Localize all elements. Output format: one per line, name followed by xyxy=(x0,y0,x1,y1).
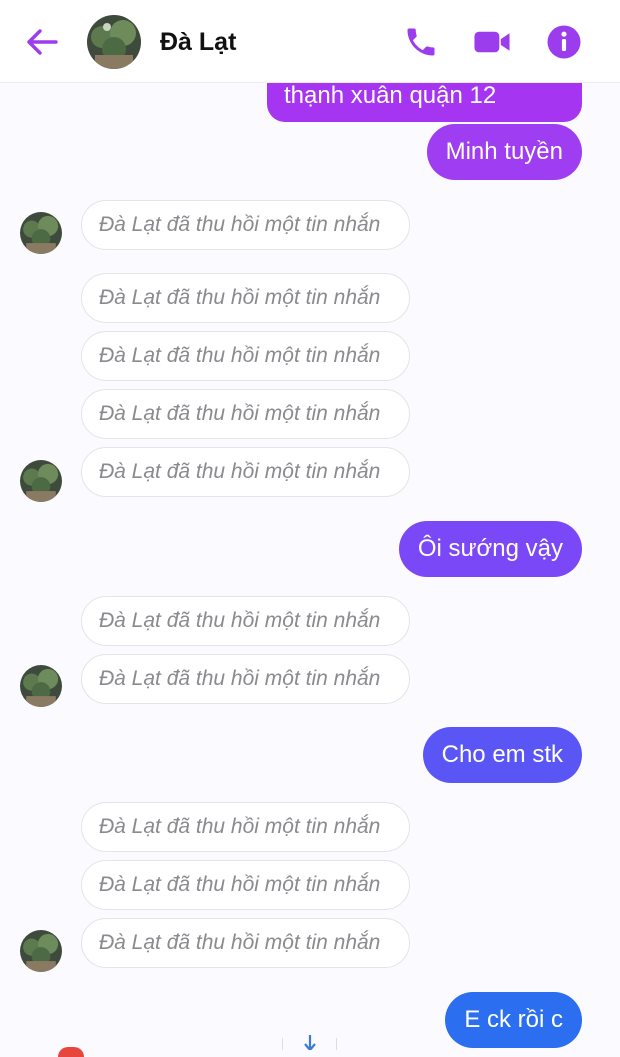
sent-message[interactable]: Ôi sướng vậy xyxy=(398,521,582,577)
call-button[interactable] xyxy=(403,24,439,60)
message-text: Cho em stk xyxy=(441,741,563,768)
recalled-message[interactable]: Đà Lạt đã thu hồi một tin nhắn xyxy=(81,200,410,250)
message-text: thạnh xuân quận 12 xyxy=(284,82,497,109)
divider xyxy=(282,1038,283,1050)
recalled-message[interactable]: Đà Lạt đã thu hồi một tin nhắn xyxy=(81,447,410,497)
recalled-message[interactable]: Đà Lạt đã thu hồi một tin nhắn xyxy=(81,918,410,968)
recalled-message[interactable]: Đà Lạt đã thu hồi một tin nhắn xyxy=(81,273,410,323)
phone-icon xyxy=(407,28,435,56)
message-text: Minh tuyền xyxy=(445,138,563,165)
sent-message[interactable]: Cho em stk xyxy=(422,727,582,783)
contact-avatar[interactable] xyxy=(87,15,141,69)
recalled-message[interactable]: Đà Lạt đã thu hồi một tin nhắn xyxy=(81,860,410,910)
sender-avatar[interactable] xyxy=(20,460,62,502)
contact-name[interactable]: Đà Lạt xyxy=(160,28,236,57)
recalled-message[interactable]: Đà Lạt đã thu hồi một tin nhắn xyxy=(81,802,410,852)
video-call-button[interactable] xyxy=(473,24,510,60)
info-button[interactable] xyxy=(546,24,582,60)
sent-message[interactable]: Minh tuyền xyxy=(426,124,582,180)
composer-partial xyxy=(0,1030,620,1057)
sender-avatar[interactable] xyxy=(20,212,62,254)
download-icon[interactable] xyxy=(303,1035,317,1052)
info-icon xyxy=(547,25,581,59)
recalled-message[interactable]: Đà Lạt đã thu hồi một tin nhắn xyxy=(81,654,410,704)
sender-avatar[interactable] xyxy=(20,930,62,972)
reaction-icon[interactable] xyxy=(58,1047,84,1057)
message-text: Ôi sướng vậy xyxy=(417,535,563,562)
recalled-message[interactable]: Đà Lạt đã thu hồi một tin nhắn xyxy=(81,331,410,381)
recalled-message[interactable]: Đà Lạt đã thu hồi một tin nhắn xyxy=(81,389,410,439)
chat-header: Đà Lạt xyxy=(0,0,620,83)
sender-avatar[interactable] xyxy=(20,665,62,707)
message-text: E ck rồi c xyxy=(464,1006,563,1033)
back-button[interactable] xyxy=(24,26,64,58)
video-camera-icon xyxy=(474,31,510,53)
divider xyxy=(336,1038,337,1050)
recalled-message[interactable]: Đà Lạt đã thu hồi một tin nhắn xyxy=(81,596,410,646)
back-arrow-icon xyxy=(27,29,58,55)
